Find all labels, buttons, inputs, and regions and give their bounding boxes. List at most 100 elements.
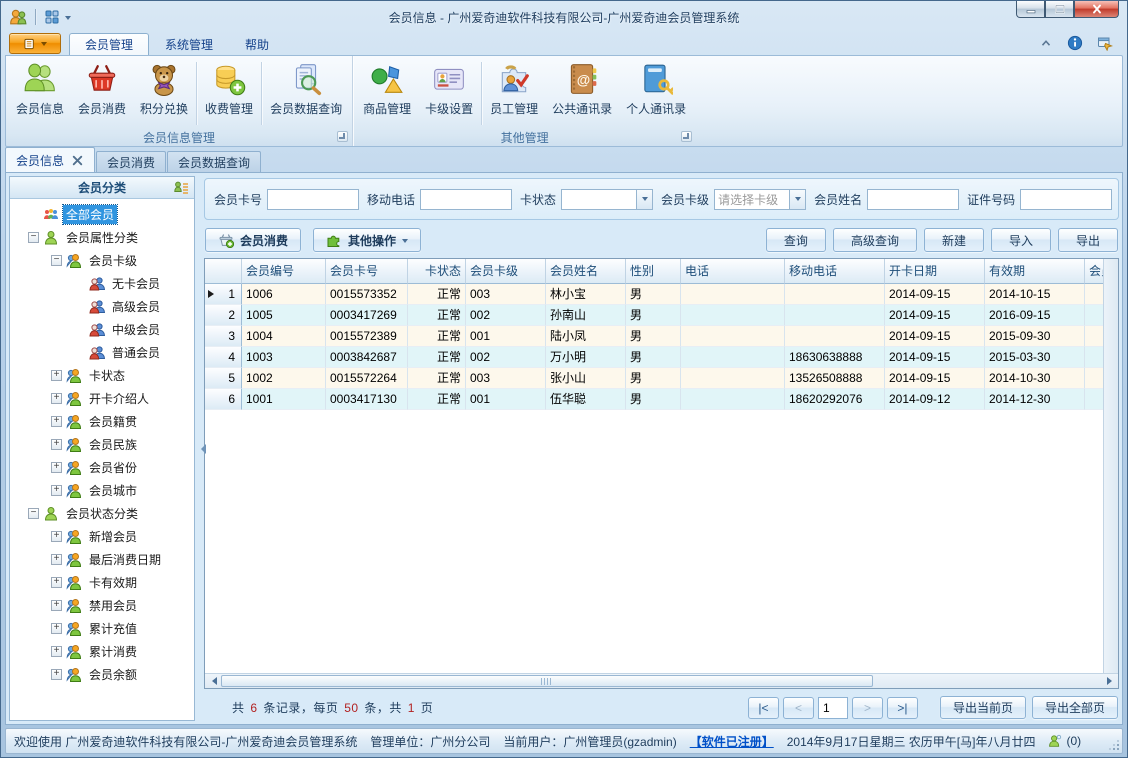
document-tab[interactable]: 会员数据查询 — [167, 151, 262, 172]
column-header[interactable]: 会员编号 — [242, 259, 326, 284]
select-input[interactable]: 请选择卡级 — [714, 188, 807, 210]
toolbar-button[interactable]: 新建 — [923, 228, 984, 252]
horizontal-scrollbar[interactable] — [205, 673, 1118, 688]
tree-item[interactable]: + 会员城市 — [10, 479, 194, 502]
toolbar-button[interactable]: 其他操作 — [313, 228, 422, 252]
tree-item[interactable]: + 会员省份 — [10, 456, 194, 479]
tree-item[interactable]: + 会员籍贯 — [10, 410, 194, 433]
vertical-scrollbar[interactable] — [1103, 259, 1118, 673]
table-row[interactable]: 4 1003 0003842687 正常 002 万小明男 18630638888 2014-… — [205, 347, 1103, 368]
expander-plus-icon[interactable]: + — [51, 577, 62, 588]
tree-item[interactable]: − 会员状态分类 — [10, 502, 194, 525]
column-header[interactable]: 性别 — [626, 259, 681, 284]
tree-item[interactable]: 中级会员 — [10, 318, 194, 341]
dialog-launcher-icon[interactable] — [337, 131, 349, 142]
toolbar-button[interactable]: 会员消费 — [205, 228, 302, 252]
expander-plus-icon[interactable]: + — [51, 370, 62, 381]
expander-plus-icon[interactable]: + — [51, 669, 62, 680]
tree-item[interactable]: + 会员余额 — [10, 663, 194, 686]
expander-plus-icon[interactable]: + — [51, 485, 62, 496]
tree-item[interactable]: + 卡状态 — [10, 364, 194, 387]
layout-icon[interactable] — [44, 9, 60, 25]
ribbon-button[interactable]: 个人通讯录 — [619, 58, 693, 129]
tree-item[interactable]: 全部会员 — [10, 203, 194, 226]
expander-plus-icon[interactable]: + — [51, 462, 62, 473]
dialog-launcher-icon[interactable] — [681, 131, 693, 142]
tree-item[interactable]: 无卡会员 — [10, 272, 194, 295]
table-row[interactable]: 5 1002 0015572264 正常 003 张小山男 13526508888 2014-… — [205, 368, 1103, 389]
minimize-button[interactable] — [1016, 1, 1045, 18]
pager-first-button[interactable]: |< — [747, 696, 779, 719]
scroll-right-icon[interactable] — [1102, 674, 1118, 688]
expander-plus-icon[interactable]: + — [51, 531, 62, 542]
export-all-pages-button[interactable]: 导出全部页 — [1031, 696, 1118, 719]
column-header[interactable]: 卡状态 — [408, 259, 466, 284]
ribbon-button[interactable]: 商品管理 — [356, 58, 418, 129]
column-header[interactable]: 移动电话 — [785, 259, 885, 284]
table-row[interactable]: 1 1006 0015573352 正常 003 林小宝男 2014-09-15 2014-1… — [205, 284, 1103, 305]
ribbon-button[interactable]: 会员信息 — [9, 58, 71, 129]
select-input[interactable] — [561, 188, 654, 210]
maximize-button[interactable] — [1045, 1, 1074, 18]
expander-plus-icon[interactable]: + — [51, 623, 62, 634]
expander-minus-icon[interactable]: − — [51, 255, 62, 266]
app-menu-button[interactable] — [9, 33, 61, 54]
ribbon-button[interactable]: 积分兑换 — [133, 58, 195, 129]
pager-next-button[interactable]: > — [851, 696, 883, 719]
expander-minus-icon[interactable]: − — [28, 508, 39, 519]
toolbar-button[interactable]: 导出 — [1057, 228, 1118, 252]
chevron-down-icon[interactable] — [636, 189, 653, 209]
tree-item[interactable]: + 卡有效期 — [10, 571, 194, 594]
table-row[interactable]: 6 1001 0003417130 正常 001 伍华聪男 18620292076 2014-… — [205, 389, 1103, 410]
toolbar-button[interactable]: 高级查询 — [832, 228, 917, 252]
panel-splitter[interactable] — [195, 176, 206, 721]
close-button[interactable] — [1074, 1, 1119, 18]
tree-item[interactable]: − 会员属性分类 — [10, 226, 194, 249]
scrollbar-track[interactable] — [221, 674, 1102, 688]
scroll-left-icon[interactable] — [205, 674, 221, 688]
ribbon-tab[interactable]: 系统管理 — [149, 33, 229, 55]
export-current-page-button[interactable]: 导出当前页 — [939, 696, 1026, 719]
scrollbar-thumb[interactable] — [221, 675, 873, 687]
column-header[interactable]: 会员姓名 — [546, 259, 626, 284]
expander-plus-icon[interactable]: + — [51, 393, 62, 404]
collapse-panel-icon[interactable] — [196, 443, 206, 454]
ribbon-button[interactable]: 收费管理 — [198, 58, 260, 129]
tree-item[interactable]: 高级会员 — [10, 295, 194, 318]
ribbon-button[interactable]: 会员数据查询 — [263, 58, 349, 129]
table-row[interactable]: 3 1004 0015572389 正常 001 陆小凤男 2014-09-15 2015-0… — [205, 326, 1103, 347]
expander-plus-icon[interactable]: + — [51, 554, 62, 565]
expander-plus-icon[interactable]: + — [51, 600, 62, 611]
online-message-status[interactable]: (0) — [1048, 734, 1081, 748]
expander-minus-icon[interactable]: − — [28, 232, 39, 243]
expander-plus-icon[interactable]: + — [51, 439, 62, 450]
tree-item[interactable]: + 会员民族 — [10, 433, 194, 456]
column-header[interactable]: 有效期 — [985, 259, 1085, 284]
expander-plus-icon[interactable]: + — [51, 416, 62, 427]
info-icon[interactable] — [1067, 35, 1083, 51]
search-input[interactable] — [867, 188, 960, 210]
tree-item[interactable]: + 累计充值 — [10, 617, 194, 640]
title-bar[interactable]: 会员信息 - 广州爱奇迪软件科技有限公司-广州爱奇迪会员管理系统 — [5, 1, 1123, 30]
ribbon-button[interactable]: 会员消费 — [71, 58, 133, 129]
registered-link[interactable]: 【软件已注册】 — [690, 733, 774, 750]
column-header[interactable]: 会员卡号 — [326, 259, 408, 284]
document-tab[interactable]: 会员消费 — [96, 151, 167, 172]
tree-item[interactable]: + 新增会员 — [10, 525, 194, 548]
column-header[interactable]: 会员卡级 — [466, 259, 546, 284]
ribbon-button[interactable]: 卡级设置 — [418, 58, 480, 129]
table-row[interactable]: 2 1005 0003417269 正常 002 孙南山男 2014-09-15 2016-0… — [205, 305, 1103, 326]
tree-item[interactable]: 普通会员 — [10, 341, 194, 364]
tree-item[interactable]: + 开卡介绍人 — [10, 387, 194, 410]
expander-plus-icon[interactable]: + — [51, 646, 62, 657]
tree-item[interactable]: − 会员卡级 — [10, 249, 194, 272]
collapse-ribbon-icon[interactable] — [1039, 36, 1053, 50]
chevron-down-icon[interactable] — [789, 189, 806, 209]
ribbon-button[interactable]: @ 公共通讯录 — [545, 58, 619, 129]
tree-item[interactable]: + 禁用会员 — [10, 594, 194, 617]
ribbon-tab[interactable]: 会员管理 — [69, 33, 150, 55]
pager-prev-button[interactable]: < — [782, 696, 814, 719]
pager-page-input[interactable] — [817, 696, 848, 719]
column-header[interactable]: 会员 — [1085, 259, 1103, 284]
pager-last-button[interactable]: >| — [886, 696, 918, 719]
